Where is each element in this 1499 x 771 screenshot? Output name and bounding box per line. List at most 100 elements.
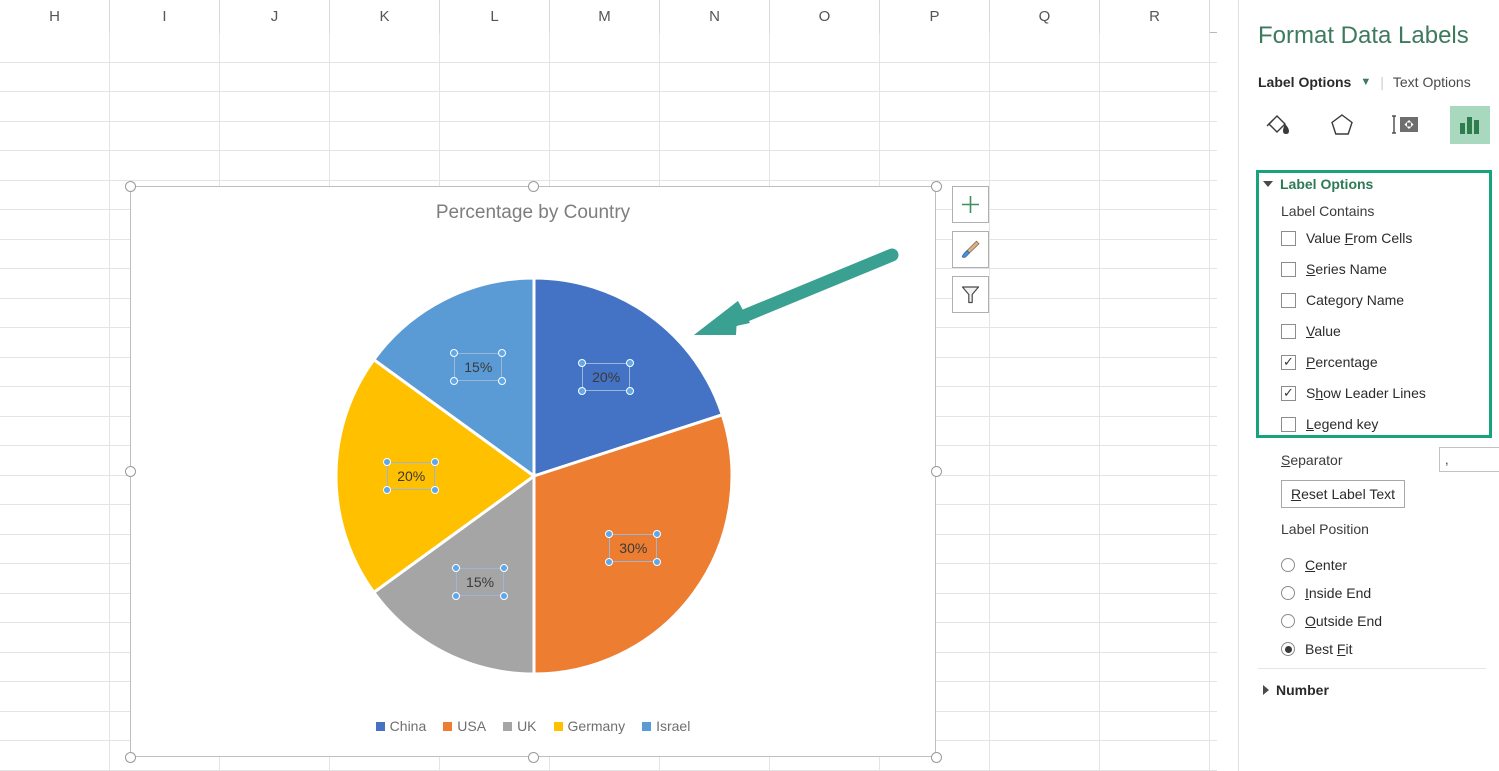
grid-cell[interactable] [1100,151,1210,180]
data-label-china[interactable]: 20% [582,363,630,391]
radio-center[interactable]: Center [1281,557,1347,573]
grid-cell[interactable] [0,476,110,505]
grid-cell[interactable] [990,122,1100,151]
grid-cell[interactable] [0,535,110,564]
grid-cell[interactable] [1100,328,1210,357]
grid-cell[interactable] [550,151,660,180]
chart-handle-bottom-left[interactable] [125,752,136,763]
grid-cell[interactable] [220,92,330,121]
grid-cell[interactable] [770,92,880,121]
grid-cell[interactable] [770,33,880,62]
grid-cell[interactable] [990,682,1100,711]
grid-cell[interactable] [990,653,1100,682]
grid-cell[interactable] [880,122,990,151]
chart-side-buttons[interactable] [952,186,989,313]
grid-cell[interactable] [1100,505,1210,534]
grid-cell[interactable] [220,63,330,92]
chart-styles-button[interactable] [952,231,989,268]
grid-cell[interactable] [1100,653,1210,682]
legend-item-germany[interactable]: Germany [554,718,626,734]
data-label-handle-tr[interactable] [500,564,508,572]
column-header-L[interactable]: L [440,0,550,33]
column-header-O[interactable]: O [770,0,880,33]
radio-button[interactable] [1281,586,1295,600]
chart-filters-button[interactable] [952,276,989,313]
column-header-I[interactable]: I [110,0,220,33]
chart-elements-button[interactable] [952,186,989,223]
grid-cell[interactable] [0,682,110,711]
checkbox-box[interactable] [1281,293,1296,308]
grid-cell[interactable] [330,122,440,151]
grid-cell[interactable] [0,564,110,593]
checkbox-value-from-cells[interactable]: Value From Cells [1281,230,1412,246]
data-label-handle-tl[interactable] [452,564,460,572]
chart-handle-top-right[interactable] [931,181,942,192]
data-label-handle-br[interactable] [500,592,508,600]
section-number[interactable]: Number [1263,682,1329,698]
grid-cell[interactable] [990,535,1100,564]
grid-cell[interactable] [0,299,110,328]
radio-outside-end[interactable]: Outside End [1281,613,1382,629]
grid-cell[interactable] [0,594,110,623]
tab-label-options[interactable]: Label Options [1258,74,1351,90]
grid-cell[interactable] [1100,63,1210,92]
grid-row[interactable] [0,63,1217,93]
column-header-R[interactable]: R [1100,0,1210,33]
radio-button[interactable] [1281,642,1295,656]
chart-handle-top-left[interactable] [125,181,136,192]
checkbox-box[interactable] [1281,231,1296,246]
grid-cell[interactable] [990,151,1100,180]
grid-cell[interactable] [0,623,110,652]
grid-cell[interactable] [880,92,990,121]
grid-cell[interactable] [990,299,1100,328]
grid-cell[interactable] [220,122,330,151]
chart-legend[interactable]: ChinaUSAUKGermanyIsrael [131,718,935,734]
data-label-handle-tl[interactable] [450,349,458,357]
grid-cell[interactable] [1100,682,1210,711]
grid-cell[interactable] [990,476,1100,505]
grid-cell[interactable] [990,181,1100,210]
chart-title[interactable]: Percentage by Country [131,202,935,224]
grid-cell[interactable] [0,151,110,180]
column-header-N[interactable]: N [660,0,770,33]
data-label-uk[interactable]: 15% [456,568,504,596]
data-label-handle-tr[interactable] [626,359,634,367]
checkbox-box[interactable]: ✓ [1281,386,1296,401]
column-header-Q[interactable]: Q [990,0,1100,33]
grid-cell[interactable] [440,63,550,92]
data-label-germany[interactable]: 20% [387,462,435,490]
grid-cell[interactable] [0,387,110,416]
radio-button[interactable] [1281,614,1295,628]
grid-cell[interactable] [1100,564,1210,593]
fill-line-icon-button[interactable] [1258,106,1298,144]
checkbox-percentage[interactable]: ✓Percentage [1281,354,1378,370]
grid-cell[interactable] [0,33,110,62]
separator-input[interactable] [1439,447,1499,472]
pie-plot-area[interactable]: 20%30%15%20%15% [334,276,734,676]
data-label-handle-br[interactable] [626,387,634,395]
grid-cell[interactable] [990,712,1100,741]
grid-cell[interactable] [990,328,1100,357]
grid-cell[interactable] [770,122,880,151]
grid-cell[interactable] [0,63,110,92]
grid-cell[interactable] [0,210,110,239]
grid-cell[interactable] [0,240,110,269]
checkbox-box[interactable] [1281,417,1296,432]
checkbox-category-name[interactable]: Category Name [1281,292,1404,308]
legend-item-china[interactable]: China [376,718,427,734]
grid-cell[interactable] [770,63,880,92]
grid-cell[interactable] [0,328,110,357]
grid-cell[interactable] [110,33,220,62]
grid-cell[interactable] [330,33,440,62]
grid-cell[interactable] [1100,181,1210,210]
grid-cell[interactable] [1100,535,1210,564]
grid-cell[interactable] [1100,33,1210,62]
grid-cell[interactable] [110,92,220,121]
grid-cell[interactable] [0,358,110,387]
data-label-israel[interactable]: 15% [454,353,502,381]
data-label-handle-bl[interactable] [452,592,460,600]
grid-cell[interactable] [220,33,330,62]
size-properties-icon-button[interactable] [1386,106,1426,144]
grid-cell[interactable] [1100,741,1210,770]
grid-cell[interactable] [990,92,1100,121]
